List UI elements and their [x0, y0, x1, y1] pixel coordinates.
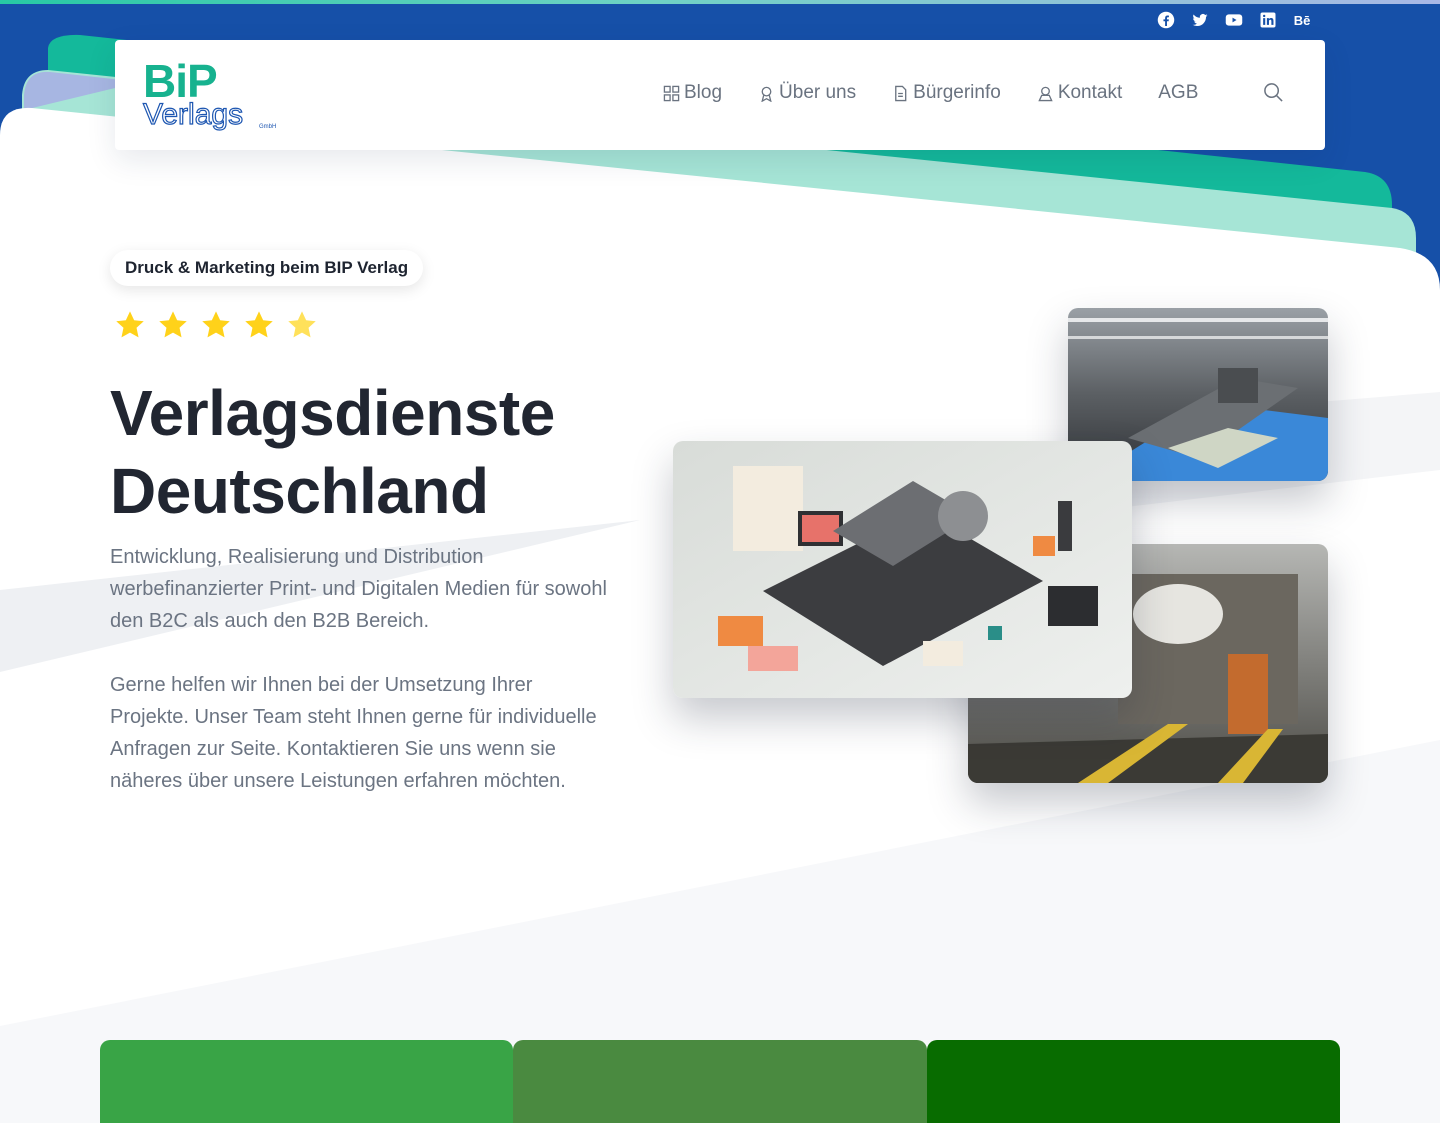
star-icon — [286, 309, 318, 341]
contact-icon — [1038, 86, 1053, 101]
nav-item-label: Kontakt — [1057, 82, 1123, 103]
nav-item-label: Bürgerinfo — [913, 82, 1001, 103]
hero-badge: Druck & Marketing beim BIP Verlag — [110, 250, 424, 286]
nav-item-label: AGB — [1158, 82, 1199, 103]
main-navigation: Blog Über uns Bürgerinfo Kontakt AGB — [663, 82, 1234, 104]
feature-cards — [100, 1040, 1340, 1123]
star-icon — [157, 309, 189, 341]
logo-text-verlags: Verlags — [142, 97, 244, 131]
search-icon — [1264, 83, 1283, 102]
star-icon — [200, 309, 232, 341]
feature-card-1[interactable] — [100, 1040, 514, 1123]
nav-item-label: Über uns — [779, 82, 857, 103]
feature-card-2[interactable] — [513, 1040, 927, 1123]
nav-item-label: Blog — [684, 82, 723, 103]
nav-item-agb[interactable]: AGB — [1158, 82, 1198, 104]
feature-card-3[interactable] — [926, 1040, 1340, 1123]
hero-paragraph-2: Gerne helfen wir Ihnen bei der Umsetzung… — [110, 674, 597, 792]
award-icon — [761, 86, 772, 102]
site-header: BiP Verlags GmbH Blog Über uns Bürgerinf… — [115, 40, 1325, 150]
star-icon — [114, 309, 146, 341]
hero-title-line1: Verlagsdienste — [110, 377, 555, 449]
document-icon — [895, 85, 907, 101]
hero-title: Verlagsdienste Deutschland — [110, 374, 630, 530]
site-logo[interactable]: BiP Verlags GmbH — [142, 55, 283, 134]
youtube-icon[interactable] — [1224, 10, 1244, 30]
star-icon — [243, 309, 275, 341]
nav-item-buergerinfo[interactable]: Bürgerinfo — [892, 82, 1001, 104]
isometric-print-shop-image — [673, 441, 1132, 698]
social-links: Bē — [1156, 10, 1312, 30]
facebook-icon[interactable] — [1156, 10, 1176, 30]
twitter-icon[interactable] — [1190, 10, 1210, 30]
nav-item-ueber-uns[interactable]: Über uns — [758, 82, 856, 104]
search-button[interactable] — [1263, 82, 1285, 104]
behance-icon[interactable]: Bē — [1292, 10, 1312, 30]
nav-item-blog[interactable]: Blog — [663, 82, 722, 104]
logo-text-gmbh: GmbH — [259, 124, 277, 130]
nav-item-kontakt[interactable]: Kontakt — [1037, 82, 1122, 104]
hero-title-line2: Deutschland — [110, 455, 489, 527]
hero-paragraph-1: Entwicklung, Realisierung und Distributi… — [110, 546, 607, 632]
rating-stars — [114, 309, 318, 341]
linkedin-icon[interactable] — [1258, 10, 1278, 30]
grid-icon — [663, 85, 680, 101]
